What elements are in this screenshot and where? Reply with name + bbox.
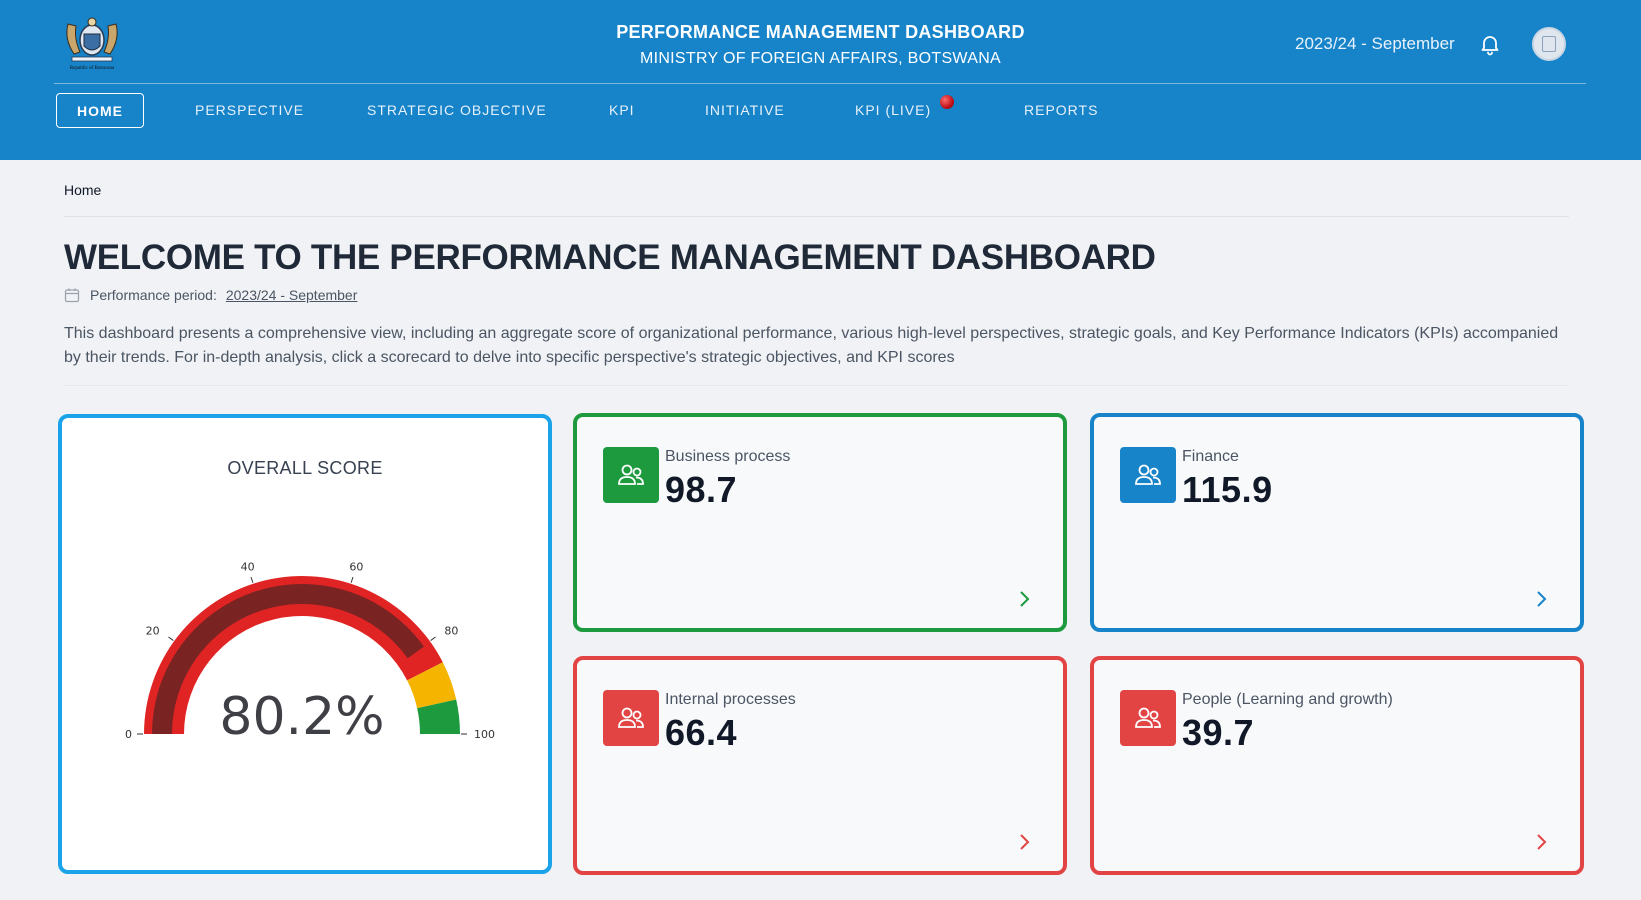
users-icon [618,464,644,485]
period-value-link[interactable]: 2023/24 - September [226,287,358,303]
nav-label: REPORTS [1024,102,1099,118]
perspective-score: 115.9 [1182,469,1273,510]
perspective-label: Finance [1182,448,1239,465]
gauge-tick-label: 40 [241,561,255,574]
perspective-score: 66.4 [665,712,738,753]
users-icon [1135,707,1161,728]
perspective-card-people[interactable]: People (Learning and growth) 39.7 [1090,656,1584,875]
perspective-card-finance[interactable]: Finance 115.9 [1090,413,1584,632]
avatar[interactable] [1532,27,1566,61]
chevron-right-icon[interactable] [1532,831,1550,853]
perspective-label: Internal processes [665,691,796,708]
perspective-score: 39.7 [1182,712,1255,753]
gauge-tick-label: 20 [146,625,160,638]
users-icon-box [603,690,659,746]
users-icon-box [603,447,659,503]
perspective-card-internal-processes[interactable]: Internal processes 66.4 [573,656,1067,875]
page-description: This dashboard presents a comprehensive … [64,325,1559,366]
users-icon-box [1120,447,1176,503]
nav-initiative[interactable]: INITIATIVE [705,93,785,128]
calendar-icon [64,288,80,303]
gauge-tick-mark [350,576,354,583]
nav-label: KPI [609,102,635,118]
period-label: Performance period: [90,287,217,303]
divider [64,216,1569,217]
gauge-tick-label: 80 [444,625,458,638]
users-icon [1135,464,1161,485]
live-indicator-icon [940,95,955,109]
divider [64,385,1569,386]
gauge-tick-mark [250,576,254,583]
nav-kpi[interactable]: KPI [609,93,635,128]
chevron-right-icon[interactable] [1015,831,1033,853]
header-period[interactable]: 2023/24 - September [1295,34,1455,54]
overall-score-card[interactable]: OVERALL SCORE 0 20 40 60 80 100 80.2% [58,414,552,874]
gauge-tick-label: 100 [474,728,495,741]
nav-label: STRATEGIC OBJECTIVE [367,102,547,118]
perspective-label: People (Learning and growth) [1182,691,1393,708]
nav-kpi-live[interactable]: KPI (LIVE) [855,93,955,128]
nav-label: KPI (LIVE) [855,102,932,118]
nav-label: HOME [77,103,123,119]
gauge-tick-mark [168,636,174,641]
users-icon-box [1120,690,1176,746]
header-divider [54,83,1586,84]
nav-label: INITIATIVE [705,102,785,118]
chevron-right-icon[interactable] [1015,588,1033,610]
performance-period: Performance period: 2023/24 - September [64,287,357,303]
gauge-tick-mark [430,636,436,641]
perspective-score: 98.7 [665,469,738,510]
avatar-emblem-icon [1542,36,1556,52]
page-title: WELCOME TO THE PERFORMANCE MANAGEMENT DA… [64,238,1156,277]
nav-label: PERSPECTIVE [195,102,305,118]
perspective-label: Business process [665,448,791,465]
nav-perspective[interactable]: PERSPECTIVE [195,93,304,128]
chevron-right-icon[interactable] [1532,588,1550,610]
nav-home[interactable]: HOME [56,93,144,128]
overall-score-title: OVERALL SCORE [227,458,383,478]
gauge-tick-label: 60 [349,561,363,574]
breadcrumb[interactable]: Home [64,182,101,198]
nav-reports[interactable]: REPORTS [1024,93,1098,128]
users-icon [618,707,644,728]
nav-strategic-objective[interactable]: STRATEGIC OBJECTIVE [367,93,547,128]
gauge-tick-label: 0 [125,728,132,741]
app-header: Republic of Botswana PERFORMANCE MANAGEM… [0,0,1641,160]
gauge-value-text: 80.2% [219,687,384,747]
perspective-card-business-process[interactable]: Business process 98.7 [573,413,1067,632]
bell-icon[interactable] [1478,32,1502,56]
overall-score-gauge: 0 20 40 60 80 100 80.2% [125,561,495,747]
